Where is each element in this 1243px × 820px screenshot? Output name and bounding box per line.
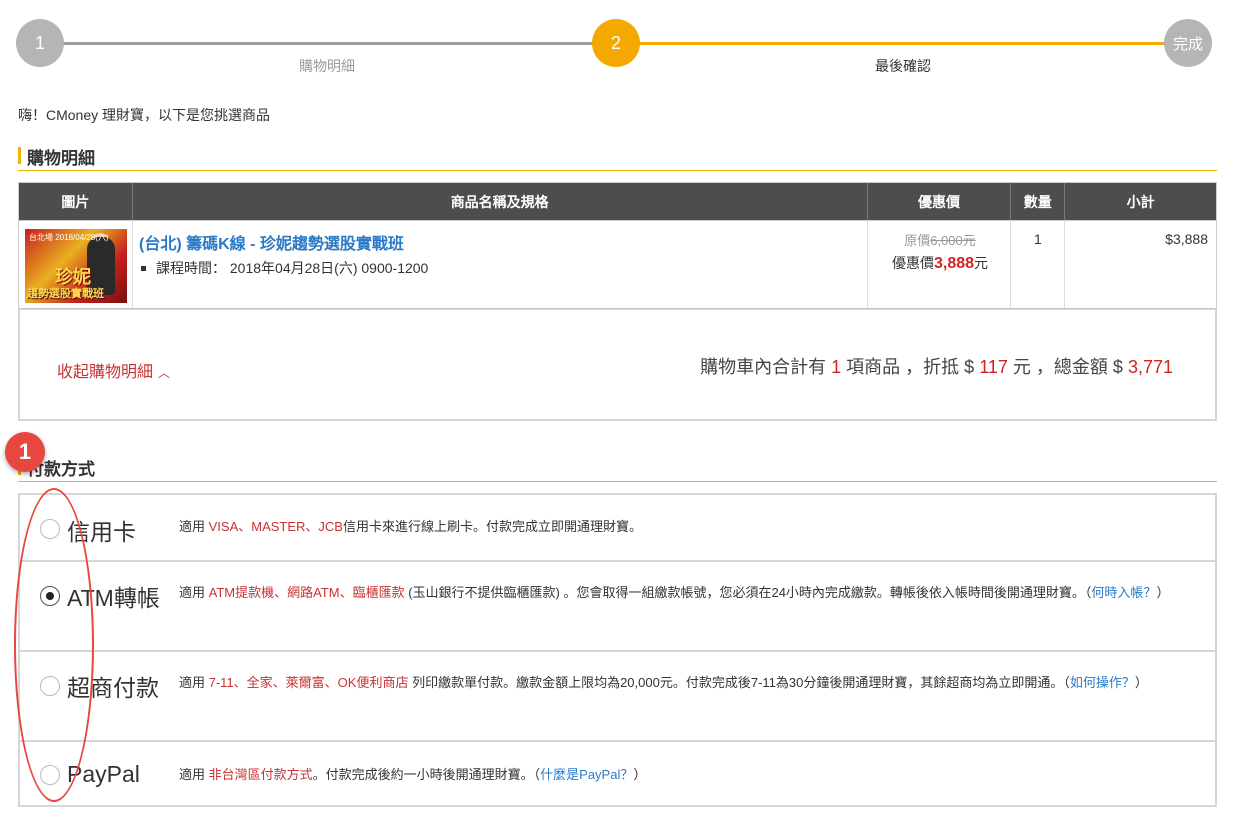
thumbnail-top-text: 台北場 2018/04/28(六) [29, 233, 109, 242]
paypal-label[interactable]: PayPal [67, 761, 140, 788]
when-credited-link[interactable]: 何時入帳？ [1091, 585, 1156, 600]
cart-summary: 收起購物明細 ︿ 購物車內合計有 1 項商品 ，折抵 $ 117 元 ，總金額 $… [18, 309, 1217, 421]
header-subtotal: 小計 [1126, 193, 1155, 210]
desc-text: 適用 [179, 585, 209, 600]
desc-text: ） [1134, 675, 1148, 690]
sale-price-prefix: 優惠價 [891, 255, 934, 271]
sale-price-unit: 元 [974, 255, 989, 271]
product-image-cell: 台北場 2018/04/28(六) 珍妮 趨勢選股實戰班 [19, 221, 133, 308]
quantity-value: 1 [1034, 231, 1042, 247]
checkout-stepper: 1 2 完成 購物明細 最後確認 [0, 0, 1243, 90]
step-progress-line-current [616, 42, 1188, 45]
credit-card-label[interactable]: 信用卡 [67, 513, 136, 547]
header-quantity: 數量 [1011, 183, 1066, 220]
payment-option-atm[interactable]: ATM轉帳 適用 ATM提款機、網路ATM、臨櫃匯款 (玉山銀行不提供臨櫃匯款)… [20, 562, 1215, 652]
credit-card-radio[interactable] [40, 519, 60, 539]
atm-description: 適用 ATM提款機、網路ATM、臨櫃匯款 (玉山銀行不提供臨櫃匯款) 。您會取得… [179, 582, 1179, 604]
desc-text: 適用 [179, 675, 209, 690]
cart-total-summary: 購物車內合計有 1 項商品 ，折抵 $ 117 元 ，總金額 $ 3,771 [700, 353, 1173, 379]
desc-text: 信用卡來進行線上刷卡。付款完成立即開通理財寶。 [342, 519, 642, 534]
paypal-radio[interactable] [40, 765, 60, 785]
desc-highlight: 7-11、全家、萊爾富、OK便利商店 [208, 675, 409, 690]
atm-radio[interactable] [40, 586, 60, 606]
desc-text: ） [1156, 585, 1170, 600]
bullet-icon [141, 266, 146, 271]
step-complete-circle: 完成 [1164, 19, 1212, 67]
convenience-store-radio[interactable] [40, 676, 60, 696]
total-amount: 3,771 [1127, 357, 1173, 377]
how-to-link[interactable]: 如何操作？ [1070, 675, 1135, 690]
cart-section-header: 購物明細 [18, 141, 1217, 171]
desc-text: 適用 [179, 519, 209, 534]
collapse-cart-label: 收起購物明細 [57, 364, 154, 381]
step-1-label: 購物明細 [299, 58, 355, 74]
payment-section-header: 付款方式 [18, 452, 1217, 482]
course-time-value: 2018年04月28日(六) 0900-1200 [229, 260, 429, 276]
original-price-value: 6,000元 [930, 233, 976, 248]
step-progress-line-done [40, 42, 616, 45]
original-price-prefix: 原價 [904, 233, 931, 248]
desc-highlight: VISA、MASTER、JCB [208, 519, 343, 534]
desc-highlight: 非台灣區付款方式 [208, 767, 313, 782]
desc-highlight: ATM提款機、網路ATM、臨櫃匯款 [208, 585, 405, 600]
cart-table-header: 圖片 商品名稱及規格 優惠價 數量 小計 [19, 183, 1216, 220]
desc-text: ） [633, 767, 647, 782]
sale-price-value: 3,888 [933, 255, 975, 272]
desc-text: 適用 [179, 767, 209, 782]
thumbnail-bottom-text: 趨勢選股實戰班 [27, 288, 104, 300]
course-time: 課程時間： 2018年04月28日(六) 0900-1200 [139, 258, 428, 278]
step-1-circle: 1 [16, 19, 64, 67]
header-product-name: 商品名稱及規格 [133, 183, 868, 220]
desc-text: 列印繳款單付款。繳款金額上限均為20,000元。付款完成後7-11為30分鐘後開… [408, 675, 1070, 690]
course-time-label: 課程時間： [156, 260, 226, 276]
summary-text-1: 購物車內合計有 [700, 357, 827, 377]
convenience-store-label[interactable]: 超商付款 [67, 669, 159, 703]
credit-card-description: 適用 VISA、MASTER、JCB信用卡來進行線上刷卡。付款完成立即開通理財寶… [179, 516, 1179, 538]
summary-text-2: 項商品 ，折抵 $ [846, 357, 975, 377]
step-2-circle: 2 [592, 19, 640, 67]
header-sale-price: 優惠價 [868, 183, 1012, 220]
atm-label[interactable]: ATM轉帳 [67, 579, 160, 613]
header-image: 圖片 [19, 183, 133, 220]
payment-option-paypal[interactable]: PayPal 適用 非台灣區付款方式。付款完成後約一小時後開通理財寶。（什麼是P… [20, 742, 1215, 805]
payment-option-convenience-store[interactable]: 超商付款 適用 7-11、全家、萊爾富、OK便利商店 列印繳款單付款。繳款金額上… [20, 652, 1215, 742]
item-count: 1 [831, 357, 842, 377]
desc-text: (玉山銀行不提供臨櫃匯款) 。您會取得一組繳款帳號，您必須在24小時內完成繳款。… [404, 585, 1092, 600]
product-name-link[interactable]: (台北) 籌碼K線 - 珍妮趨勢選股實戰班 [139, 230, 404, 254]
discount-amount: 117 [979, 357, 1008, 377]
annotation-badge: 1 [5, 432, 45, 472]
summary-text-3: 元 ，總金額 $ [1012, 357, 1123, 377]
convenience-store-description: 適用 7-11、全家、萊爾富、OK便利商店 列印繳款單付款。繳款金額上限均為20… [179, 672, 1179, 694]
original-price: 原價6,000元 [868, 230, 1012, 249]
payment-option-credit-card[interactable]: 信用卡 適用 VISA、MASTER、JCB信用卡來進行線上刷卡。付款完成立即開… [20, 495, 1215, 562]
sale-price: 優惠價3,888元 [868, 253, 1012, 273]
what-is-paypal-link[interactable]: 什麼是PayPal？ [540, 767, 633, 782]
greeting-text: 嗨！CMoney 理財寶，以下是您挑選商品 [18, 107, 271, 123]
collapse-cart-link[interactable]: 收起購物明細 ︿ [57, 358, 170, 382]
payment-options: 信用卡 適用 VISA、MASTER、JCB信用卡來進行線上刷卡。付款完成立即開… [18, 493, 1217, 807]
section-accent-bar [18, 147, 21, 164]
chevron-up-icon: ︿ [158, 366, 171, 380]
desc-text: 。付款完成後約一小時後開通理財寶。（ [312, 767, 541, 782]
step-2-label: 最後確認 [875, 58, 931, 74]
product-thumbnail[interactable]: 台北場 2018/04/28(六) 珍妮 趨勢選股實戰班 [25, 229, 127, 303]
subtotal-value: $3,888 [1165, 231, 1208, 247]
paypal-description: 適用 非台灣區付款方式。付款完成後約一小時後開通理財寶。（什麼是PayPal？） [179, 764, 1179, 786]
cart-section-title: 購物明細 [27, 149, 95, 168]
